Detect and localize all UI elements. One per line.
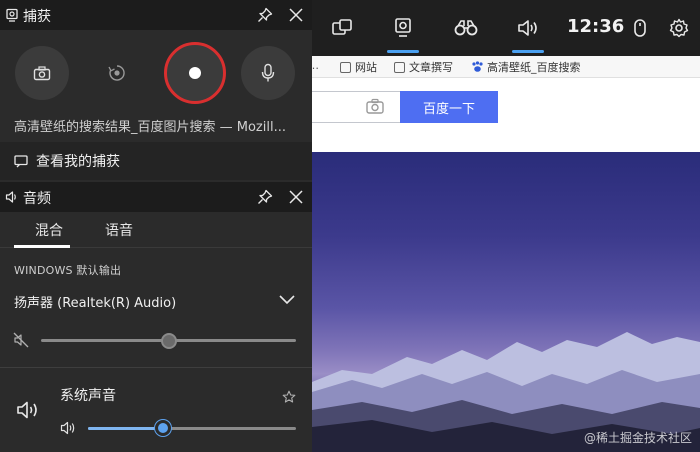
game-bar-top: 12:36 [312,0,700,56]
capture-icon [6,8,18,22]
bookmarks-bar: … 网站 文章撰写 高清壁纸_百度搜索 [312,56,700,78]
divider [0,367,312,368]
system-volume-thumb[interactable] [154,420,171,436]
capture-widget: 捕获 高清壁纸的搜索结果_百度图片搜索 — Mozill... 查看我的捕获 [0,0,312,182]
folder-icon [340,61,351,73]
audio-icon[interactable] [516,17,540,39]
mouse-icon[interactable] [628,17,652,39]
browser-window: … 网站 文章撰写 高清壁纸_百度搜索 百度一下 [312,0,700,452]
speaker-icon [17,401,37,419]
camera-icon [33,65,51,80]
bookmark-fragment: … [312,59,319,72]
output-label: WINDOWS 默认输出 [14,264,122,277]
gallery-icon [14,154,28,167]
record-last-button[interactable] [90,46,144,100]
camera-icon[interactable] [366,98,384,114]
audio-title-bar[interactable]: 音频 [0,182,312,212]
record-button[interactable] [164,42,226,104]
chevron-down-icon[interactable] [277,292,297,306]
audio-widget: 音频 混合 语音 WINDOWS 默认输出 扬声器 (Realtek(R) Au… [0,182,312,452]
mountain-scene [312,332,700,452]
record-icon [189,67,201,79]
active-indicator [387,50,419,53]
system-sounds-label: 系统声音 [60,388,116,404]
audio-tabs: 混合 语音 [0,212,312,248]
screenshot-button[interactable] [15,46,69,100]
search-input[interactable] [312,91,400,123]
microphone-button[interactable] [241,46,295,100]
active-tab-indicator [14,245,70,248]
volume-icon[interactable] [60,421,76,435]
view-captures-label: 查看我的捕获 [36,154,120,170]
close-icon[interactable] [288,189,304,205]
record-last-icon [108,65,125,81]
bookmark-label: 高清壁纸_百度搜索 [487,61,581,74]
watermark: @稀土掘金技术社区 [583,431,692,445]
star-icon[interactable] [282,390,296,404]
bookmark-label: 文章撰写 [409,61,453,74]
widget-title: 音频 [23,191,51,207]
pin-icon[interactable] [257,7,273,23]
bookmark-label: 网站 [355,61,377,74]
capture-icon[interactable] [391,17,415,39]
bookmark-item[interactable]: 高清壁纸_百度搜索 [471,59,581,75]
wallpaper-image: @稀土掘金技术社区 [312,152,700,452]
paw-icon [472,61,483,72]
bookmark-item[interactable]: 文章撰写 [394,59,453,75]
speaker-icon [5,191,16,203]
system-volume-fill [88,427,163,430]
widget-menu-icon[interactable] [330,17,354,39]
tab-voice[interactable]: 语音 [105,220,133,240]
device-volume-thumb[interactable] [160,333,177,349]
capture-title-bar[interactable]: 捕获 [0,0,312,30]
active-indicator [512,50,544,53]
muted-speaker-icon[interactable] [13,332,29,348]
microphone-icon [261,63,275,82]
clock: 12:36 [567,16,625,37]
search-button[interactable]: 百度一下 [400,91,498,123]
performance-icon[interactable] [454,17,478,39]
bookmark-item[interactable]: 网站 [340,59,377,75]
search-area: 百度一下 [312,78,700,152]
gear-icon[interactable] [667,17,691,39]
close-icon[interactable] [288,7,304,23]
pin-icon[interactable] [257,189,273,205]
output-device-select[interactable]: 扬声器 (Realtek(R) Audio) [14,292,176,311]
widget-title: 捕获 [23,9,51,25]
tab-mix[interactable]: 混合 [35,220,63,240]
folder-icon [394,61,405,73]
capture-target-title: 高清壁纸的搜索结果_百度图片搜索 — Mozill... [14,120,286,135]
view-captures-link[interactable]: 查看我的捕获 [0,142,312,180]
